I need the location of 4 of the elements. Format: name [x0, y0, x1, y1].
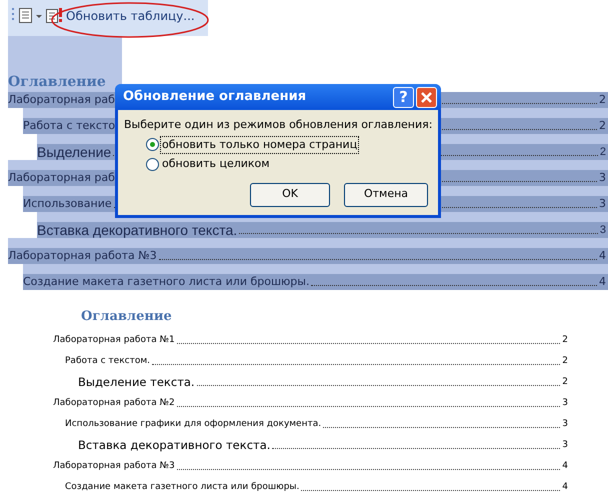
toc-heading: Оглавление — [8, 73, 106, 92]
dialog-title: Обновление оглавления — [123, 88, 308, 106]
toc-heading: Оглавление — [81, 308, 173, 326]
dialog-prompt: Выберите один из режимов обновления оглавления: — [124, 117, 434, 133]
